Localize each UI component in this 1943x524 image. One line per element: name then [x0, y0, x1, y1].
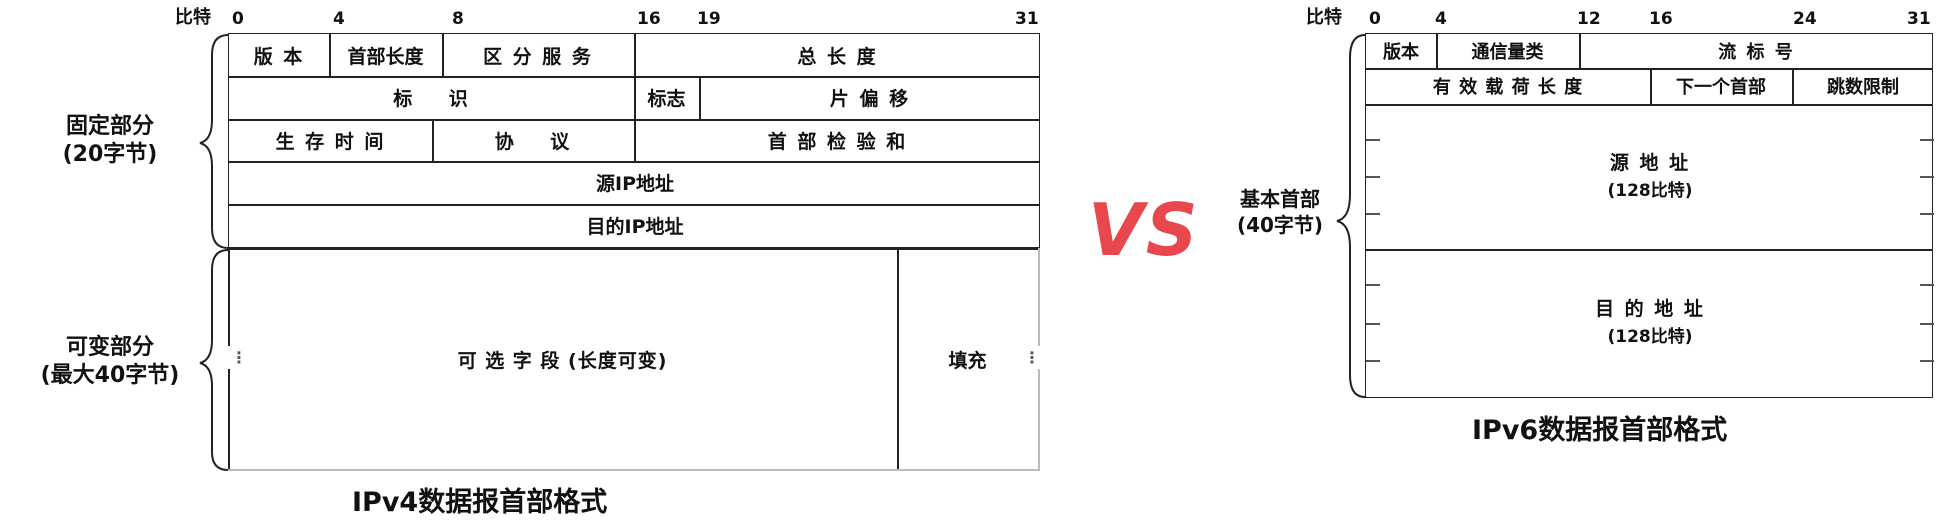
ipv6-base-header-label: 基本首部 (40字节) — [1236, 187, 1324, 237]
ipv4-identification-field: 标 识 — [393, 88, 470, 110]
ipv6-dst-addr-field: 目 的 地 址 (128比特) — [1595, 298, 1705, 347]
ipv4-total-length-field: 总 长 度 — [797, 45, 878, 68]
ipv6-traffic-class-field: 通信量类 — [1471, 42, 1544, 63]
ipv4-bit-8: 8 — [452, 9, 464, 29]
ipv6-bit-12: 12 — [1577, 9, 1601, 29]
ipv4-bit-16: 16 — [637, 9, 661, 29]
ipv4-checksum-field: 首 部 检 验 和 — [767, 130, 908, 153]
ipv4-protocol-field: 协 议 — [494, 130, 572, 153]
ipv6-base-header-brace — [1336, 34, 1366, 398]
ipv4-options-field: 可 选 字 段 (长度可变) — [457, 349, 668, 372]
ipv4-diff-services-field: 区 分 服 务 — [483, 45, 593, 68]
ipv4-left-ellipsis: ⋮ — [225, 346, 253, 369]
vs-label: VS — [1088, 188, 1200, 272]
ipv6-caption: IPv6数据报首部格式 — [1472, 415, 1728, 446]
ipv4-variable-part-label: 可变部分 (最大40字节) — [40, 335, 180, 388]
ipv6-bit-0: 0 — [1369, 9, 1381, 29]
ipv4-caption: IPv4数据报首部格式 — [352, 487, 608, 518]
ipv6-version-field: 版本 — [1383, 42, 1419, 63]
ipv4-bit-label: 比特 — [175, 7, 211, 28]
ipv6-header-table: 版本 通信量类 流 标 号 有 效 载 荷 长 度 下一个首部 跳数限制 源 地… — [1365, 33, 1934, 398]
ipv4-bit-4: 4 — [333, 9, 345, 29]
ipv4-bit-0: 0 — [232, 9, 244, 29]
ipv4-fixed-header-table: 版 本 首部长度 区 分 服 务 总 长 度 标 识 标志 片 偏 移 生 存 … — [228, 33, 1040, 248]
ipv6-hop-limit-field: 跳数限制 — [1827, 77, 1899, 98]
ipv4-header-length-field: 首部长度 — [347, 45, 424, 68]
ipv6-bit-16: 16 — [1649, 9, 1673, 29]
ipv6-flow-label-field: 流 标 号 — [1718, 42, 1795, 63]
ipv6-payload-length-field: 有 效 载 荷 长 度 — [1432, 77, 1584, 98]
ipv6-bit-31: 31 — [1907, 9, 1931, 29]
ipv4-flags-field: 标志 — [647, 88, 686, 110]
ipv4-right-ellipsis: ⋮ — [1018, 346, 1046, 369]
ipv6-src-addr-field: 源 地 址 (128比特) — [1607, 151, 1693, 201]
ipv6-bit-label: 比特 — [1306, 7, 1342, 28]
ipv4-fixed-part-label: 固定部分 (20字节) — [62, 114, 158, 167]
ipv6-next-header-field: 下一个首部 — [1676, 77, 1766, 98]
ipv4-ttl-field: 生 存 时 间 — [275, 130, 386, 153]
ipv4-bit-31: 31 — [1015, 9, 1039, 29]
ipv4-padding-field: 填充 — [948, 349, 987, 372]
ipv4-src-addr-field: 源IP地址 — [596, 173, 674, 195]
ipv6-bit-24: 24 — [1793, 9, 1817, 29]
ipv4-dst-addr-field: 目的IP地址 — [586, 216, 684, 238]
ipv4-fragment-offset-field: 片 偏 移 — [829, 88, 911, 110]
ipv4-version-field: 版 本 — [253, 45, 305, 68]
ipv4-bit-19: 19 — [697, 9, 721, 29]
ipv6-bit-4: 4 — [1435, 9, 1447, 29]
